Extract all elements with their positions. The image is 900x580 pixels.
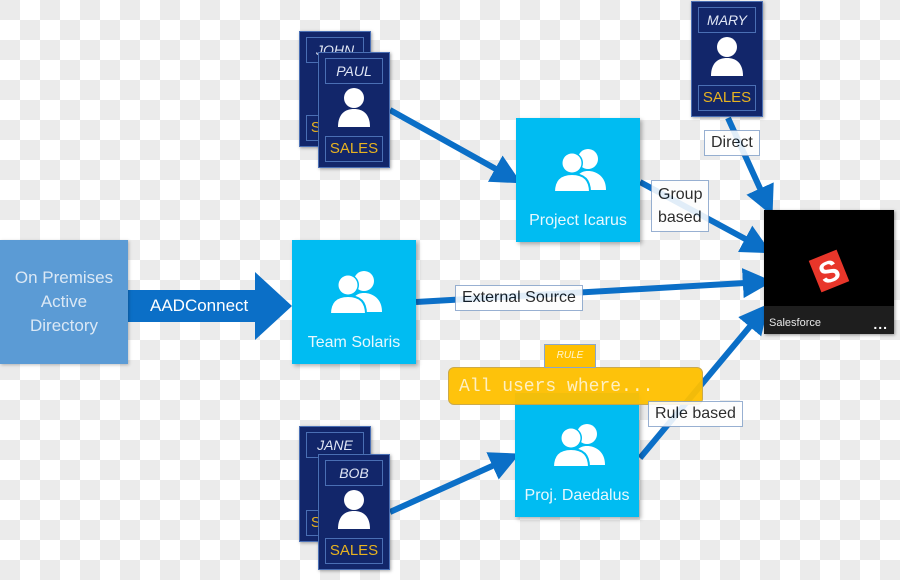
user-dept: SALES [325, 136, 383, 162]
group-icon [551, 424, 605, 467]
on-premises-ad-node: On Premises Active Directory [0, 240, 128, 364]
group-label: Team Solaris [307, 334, 401, 351]
group-tile-project-icarus: Project Icarus [516, 118, 640, 242]
person-icon [711, 37, 743, 76]
user-card-mary: MARY SALES [691, 1, 763, 117]
salesforce-app-tile[interactable]: S Salesforce ... [764, 210, 894, 334]
person-icon [338, 490, 370, 529]
edge-label-group-based: Group based [651, 180, 710, 232]
user-dept: SALES [325, 538, 383, 564]
user-card-paul: PAUL SALES [318, 52, 390, 168]
user-name: PAUL [325, 58, 383, 84]
user-name: BOB [325, 460, 383, 486]
person-icon [338, 88, 370, 127]
group-tile-team-solaris: Team Solaris [292, 240, 416, 364]
edge-label-external-source: External Source [455, 285, 583, 311]
more-options-icon[interactable]: ... [873, 316, 888, 332]
app-name: Salesforce [769, 317, 821, 329]
user-card-bob: BOB SALES [318, 454, 390, 570]
group-icon [328, 271, 382, 314]
rule-tag: RULE [544, 344, 596, 368]
edge-label-direct: Direct [704, 130, 760, 156]
on-premises-ad-label: On Premises Active Directory [14, 268, 114, 335]
user-name: MARY [698, 7, 756, 33]
edge-label-rule-based: Rule based [648, 401, 743, 427]
rule-expression-box: All users where... [448, 367, 703, 405]
group-tile-proj-daedalus: Proj. Daedalus [515, 393, 639, 517]
aadconnect-label: AADConnect [150, 296, 249, 315]
group-label: Project Icarus [529, 212, 627, 229]
group-label: Proj. Daedalus [524, 487, 630, 504]
arrow-users-to-daedalus [388, 452, 520, 515]
arrow-users-to-icarus [388, 107, 522, 184]
user-dept: SALES [698, 85, 756, 111]
salesforce-logo-icon: S [808, 249, 850, 293]
group-icon [552, 149, 606, 192]
